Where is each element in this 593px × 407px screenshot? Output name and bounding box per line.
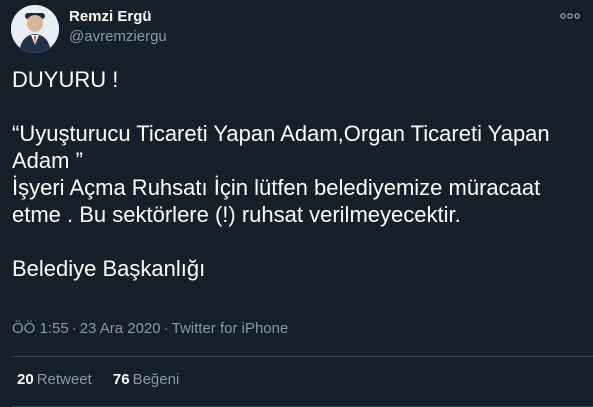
tweet-text-line: Adam ” [12,148,83,173]
person-avatar-icon [11,5,59,53]
author-avatar[interactable] [11,5,59,53]
tweet-text-line: etme . Bu sektörlere (!) ruhsat verilmey… [12,202,461,227]
tweet-card: Remzi Ergü @avremziergu DUYURU ! “Uyuştu… [0,0,593,407]
divider [12,356,593,357]
retweets-count: 20 [17,371,34,388]
tweet-text: DUYURU ! “Uyuşturucu Ticareti Yapan Adam… [12,66,582,282]
tweet-date[interactable]: 23 Ara 2020 [80,320,161,337]
likes-label: Beğeni [132,371,180,388]
retweets-stat[interactable]: 20 Retweet [17,371,92,388]
meta-separator: · [163,320,169,337]
tweet-stats: 20 Retweet 76 Beğeni [17,371,196,388]
tweet-time[interactable]: ÖÖ 1:55 [12,320,69,337]
tweet-source-link[interactable]: Twitter for iPhone [172,320,289,337]
tweet-text-line: Belediye Başkanlığı [12,256,206,281]
author-handle[interactable]: @avremziergu [69,28,167,45]
likes-count: 76 [112,371,130,388]
likes-stat[interactable]: 76 Beğeni [113,371,179,388]
tweet-text-line: “Uyuşturucu Ticareti Yapan Adam,Organ Ti… [12,121,550,146]
retweets-label: Retweet [36,371,92,388]
author-name[interactable]: Remzi Ergü [69,8,152,25]
tweet-metadata: ÖÖ 1:55 · 23 Ara 2020 · Twitter for iPhone [12,320,288,337]
meta-separator: · [71,320,77,337]
more-options-button[interactable] [557,6,583,26]
more-options-icon [560,13,580,19]
tweet-text-line: İşyeri Açma Ruhsatı İçin lütfen belediye… [12,175,541,200]
tweet-text-line: DUYURU ! [12,67,119,92]
